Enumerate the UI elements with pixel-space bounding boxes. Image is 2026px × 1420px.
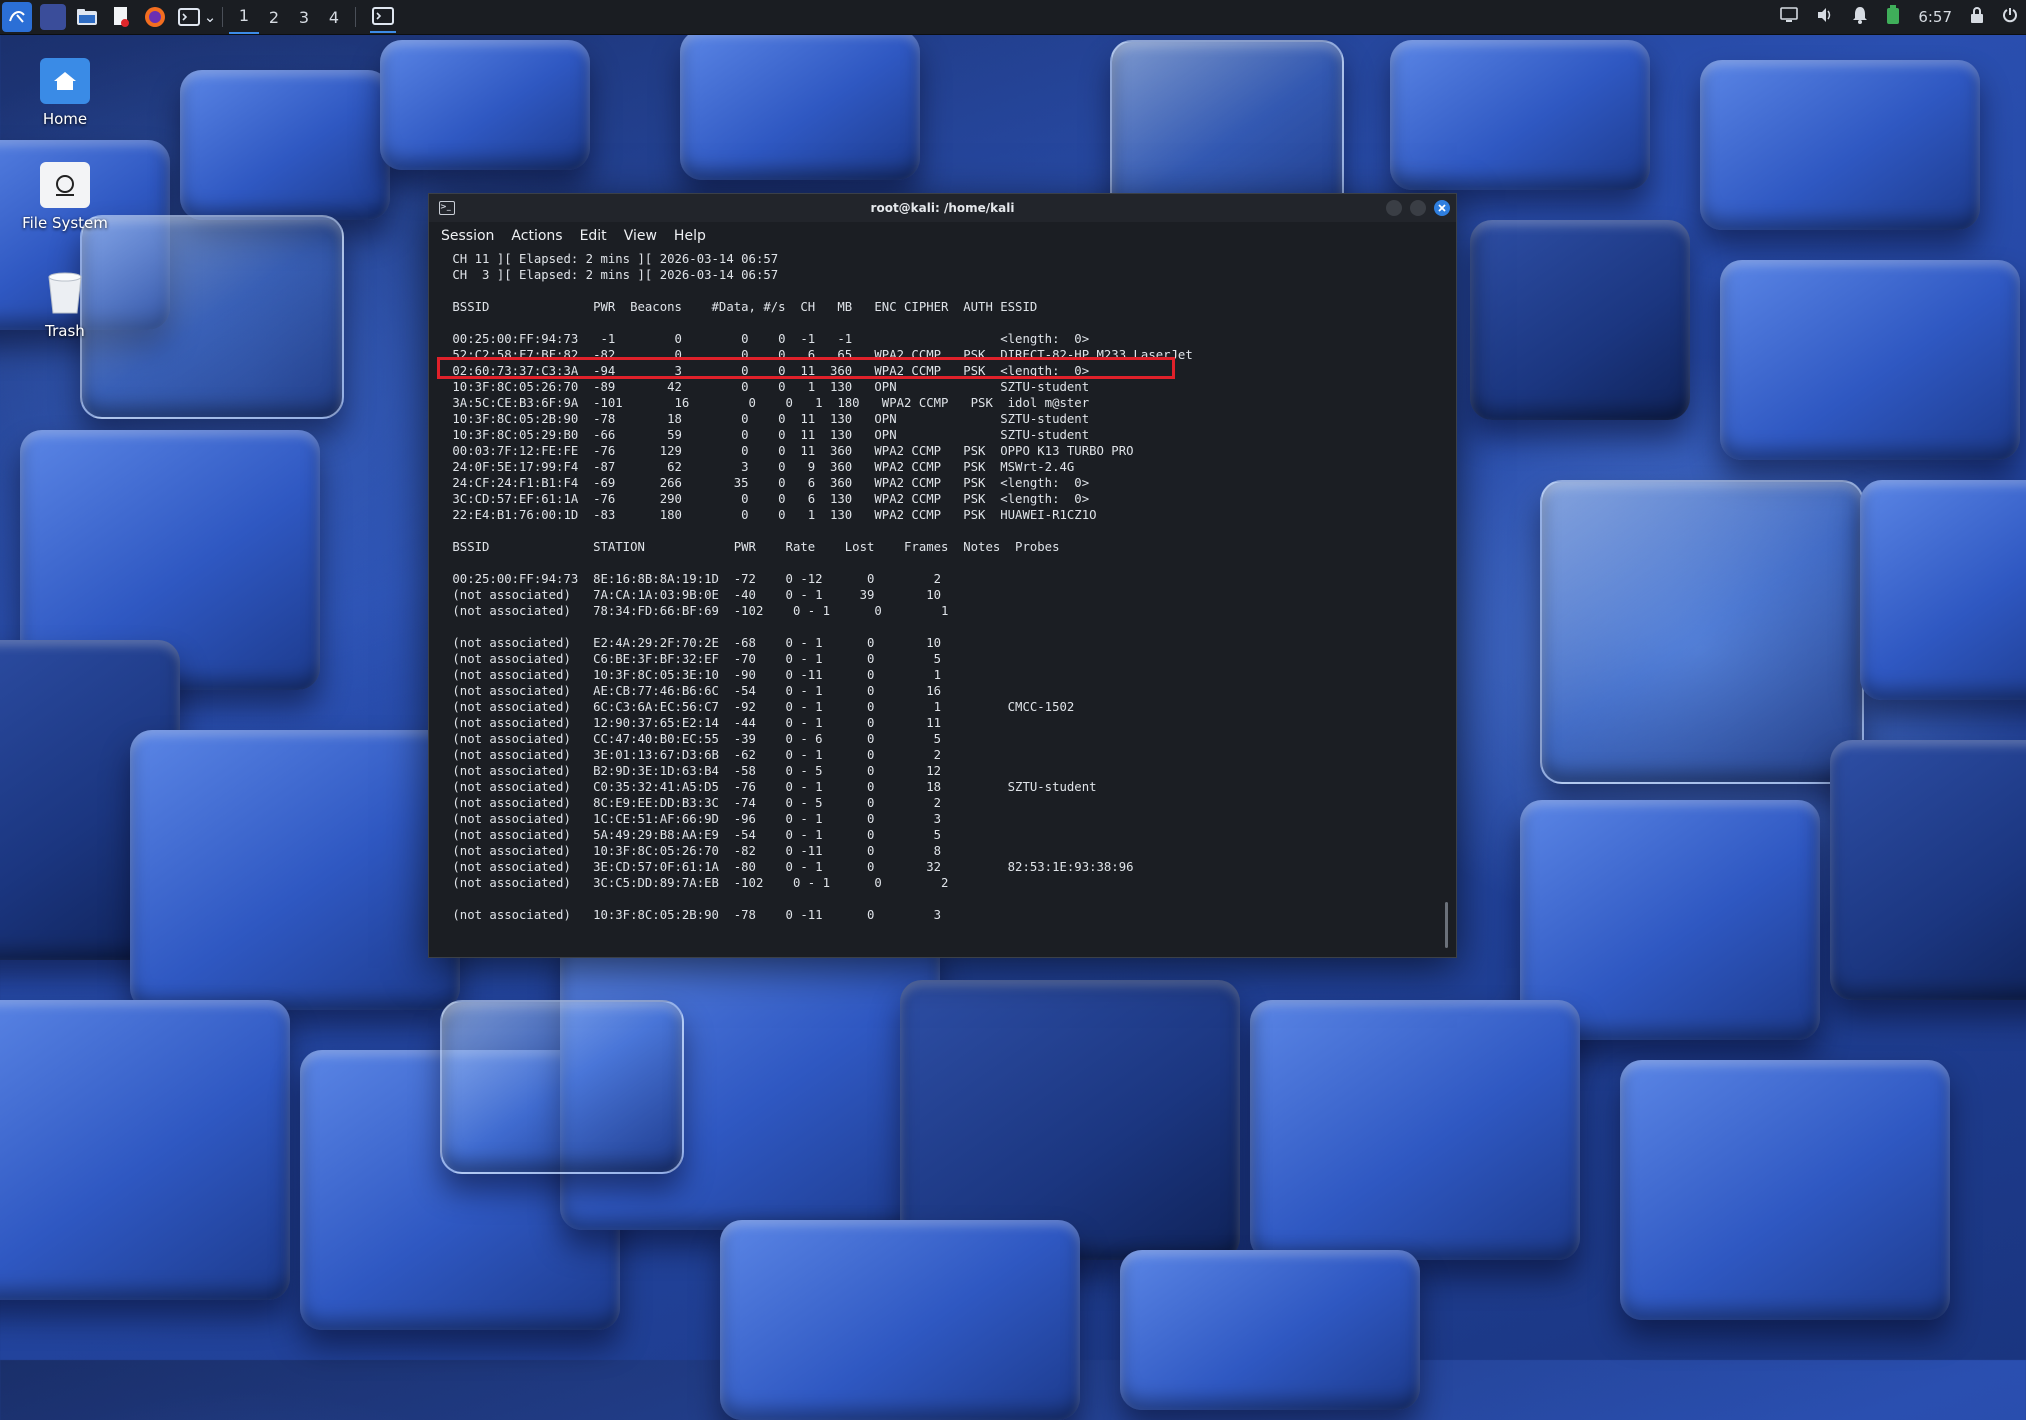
terminal-line: (not associated) 10:3F:8C:05:3E:10 -90 0… [445,668,942,682]
terminal-window[interactable]: >_ root@kali: /home/kali Session Actions… [428,193,1457,958]
terminal-line: 00:03:7F:12:FE:FE -76 129 0 0 11 360 WPA… [445,444,1134,458]
menu-session[interactable]: Session [441,228,494,244]
terminal-line: (not associated) B2:9D:3E:1D:63:B4 -58 0… [445,764,942,778]
highlight-box [437,357,1175,379]
scrollbar[interactable] [1445,902,1448,948]
terminal-line: 10:3F:8C:05:26:70 -89 42 0 0 1 130 OPN S… [445,380,1090,394]
terminal-line: (not associated) 3E:CD:57:0F:61:1A -80 0… [445,860,1134,874]
notification-bell-icon[interactable] [1852,6,1868,28]
workspace-3[interactable]: 3 [289,8,319,27]
menu-edit[interactable]: Edit [580,228,607,244]
desktop-icon-trash[interactable]: Trash [10,270,120,340]
trash-icon [40,270,90,316]
terminal-line: (not associated) 7A:CA:1A:03:9B:0E -40 0… [445,588,942,602]
home-folder-icon [40,58,90,104]
terminal-line: BSSID STATION PWR Rate Lost Frames Notes… [445,540,1060,554]
terminal-output[interactable]: CH 11 ][ Elapsed: 2 mins ][ 2026-03-14 0… [445,251,1442,947]
terminal-line: 10:3F:8C:05:2B:90 -78 18 0 0 11 130 OPN … [445,412,1090,426]
terminal-line: (not associated) C0:35:32:41:A5:D5 -76 0… [445,780,1097,794]
terminal-line: (not associated) CC:47:40:B0:EC:55 -39 0… [445,732,942,746]
panel-separator [355,7,356,27]
terminal-line: (not associated) AE:CB:77:46:B6:6C -54 0… [445,684,942,698]
terminal-line: (not associated) E2:4A:29:2F:70:2E -68 0… [445,636,942,650]
terminal-line: (not associated) 8C:E9:EE:DD:B3:3C -74 0… [445,796,942,810]
terminal-line: 24:0F:5E:17:99:F4 -87 62 3 0 9 360 WPA2 … [445,460,1075,474]
firefox-icon[interactable] [142,4,168,30]
desktop-show-icon[interactable] [40,4,66,30]
terminal-line: (not associated) 1C:CE:51:AF:66:9D -96 0… [445,812,942,826]
terminal-line: (not associated) C6:BE:3F:BF:32:EF -70 0… [445,652,942,666]
terminal-line: CH 11 ][ Elapsed: 2 mins ][ 2026-03-14 0… [445,252,779,266]
chevron-down-icon[interactable]: ⌄ [204,4,217,30]
menu-help[interactable]: Help [674,228,706,244]
window-titlebar[interactable]: >_ root@kali: /home/kali [429,194,1456,222]
file-manager-icon[interactable] [74,4,100,30]
terminal-line: (not associated) 10:3F:8C:05:26:70 -82 0… [445,844,942,858]
menu-actions[interactable]: Actions [511,228,562,244]
lock-icon[interactable] [1970,6,1984,28]
workspace-2[interactable]: 2 [259,8,289,27]
terminal-line: 3A:5C:CE:B3:6F:9A -101 16 0 0 1 180 WPA2… [445,396,1090,410]
menu-view[interactable]: View [624,228,657,244]
terminal-task-icon[interactable] [370,1,396,33]
terminal-line: (not associated) 6C:C3:6A:EC:56:C7 -92 0… [445,700,1075,714]
volume-icon[interactable] [1816,7,1834,27]
power-icon[interactable] [2002,7,2018,27]
clock[interactable]: 6:57 [1918,8,1952,26]
workspace-1[interactable]: 1 [229,0,259,34]
workspace-4[interactable]: 4 [319,8,349,27]
desktop-icon-home[interactable]: Home [10,58,120,128]
desktop-icon-label: File System [22,214,108,232]
terminal-line: 00:25:00:FF:94:73 -1 0 0 0 -1 -1 <length… [445,332,1090,346]
text-editor-icon[interactable] [108,4,134,30]
window-title: root@kali: /home/kali [870,201,1015,215]
terminal-line: BSSID PWR Beacons #Data, #/s CH MB ENC C… [445,300,1038,314]
menu-bar: Session Actions Edit View Help [429,222,1456,250]
terminal-line: (not associated) 12:90:37:65:E2:14 -44 0… [445,716,942,730]
terminal-line: 00:25:00:FF:94:73 8E:16:8B:8A:19:1D -72 … [445,572,942,586]
terminal-line: (not associated) 3C:C5:DD:89:7A:EB -102 … [445,876,949,890]
close-icon [1438,204,1446,212]
terminal-line: (not associated) 10:3F:8C:05:2B:90 -78 0… [445,908,942,922]
terminal-window-icon: >_ [439,201,455,215]
battery-icon[interactable] [1886,5,1900,29]
hard-drive-icon [40,162,90,208]
desktop-icon-label: Trash [45,322,85,340]
close-button[interactable] [1434,200,1450,216]
panel-separator [222,7,223,27]
terminal-line: 3C:CD:57:EF:61:1A -76 290 0 0 6 130 WPA2… [445,492,1090,506]
terminal-line: (not associated) 5A:49:29:B8:AA:E9 -54 0… [445,828,942,842]
system-tray: 6:57 [1780,0,2018,34]
terminal-line: (not associated) 3E:01:13:67:D3:6B -62 0… [445,748,942,762]
display-icon[interactable] [1780,7,1799,27]
top-panel: ⌄ 1 2 3 4 6:57 [0,0,2026,35]
terminal-line: (not associated) 78:34:FD:66:BF:69 -102 … [445,604,949,618]
terminal-line: 24:CF:24:F1:B1:F4 -69 266 35 0 6 360 WPA… [445,476,1090,490]
desktop-icon-file-system[interactable]: File System [10,162,120,232]
desktop-icon-label: Home [42,110,88,128]
maximize-button[interactable] [1410,200,1426,216]
minimize-button[interactable] [1386,200,1402,216]
terminal-line: 10:3F:8C:05:29:B0 -66 59 0 0 11 130 OPN … [445,428,1090,442]
terminal-launcher-icon[interactable] [176,4,202,30]
terminal-line: 22:E4:B1:76:00:1D -83 180 0 0 1 130 WPA2… [445,508,1097,522]
terminal-line: CH 3 ][ Elapsed: 2 mins ][ 2026-03-14 06… [445,268,779,282]
kali-menu-icon[interactable] [2,2,32,32]
